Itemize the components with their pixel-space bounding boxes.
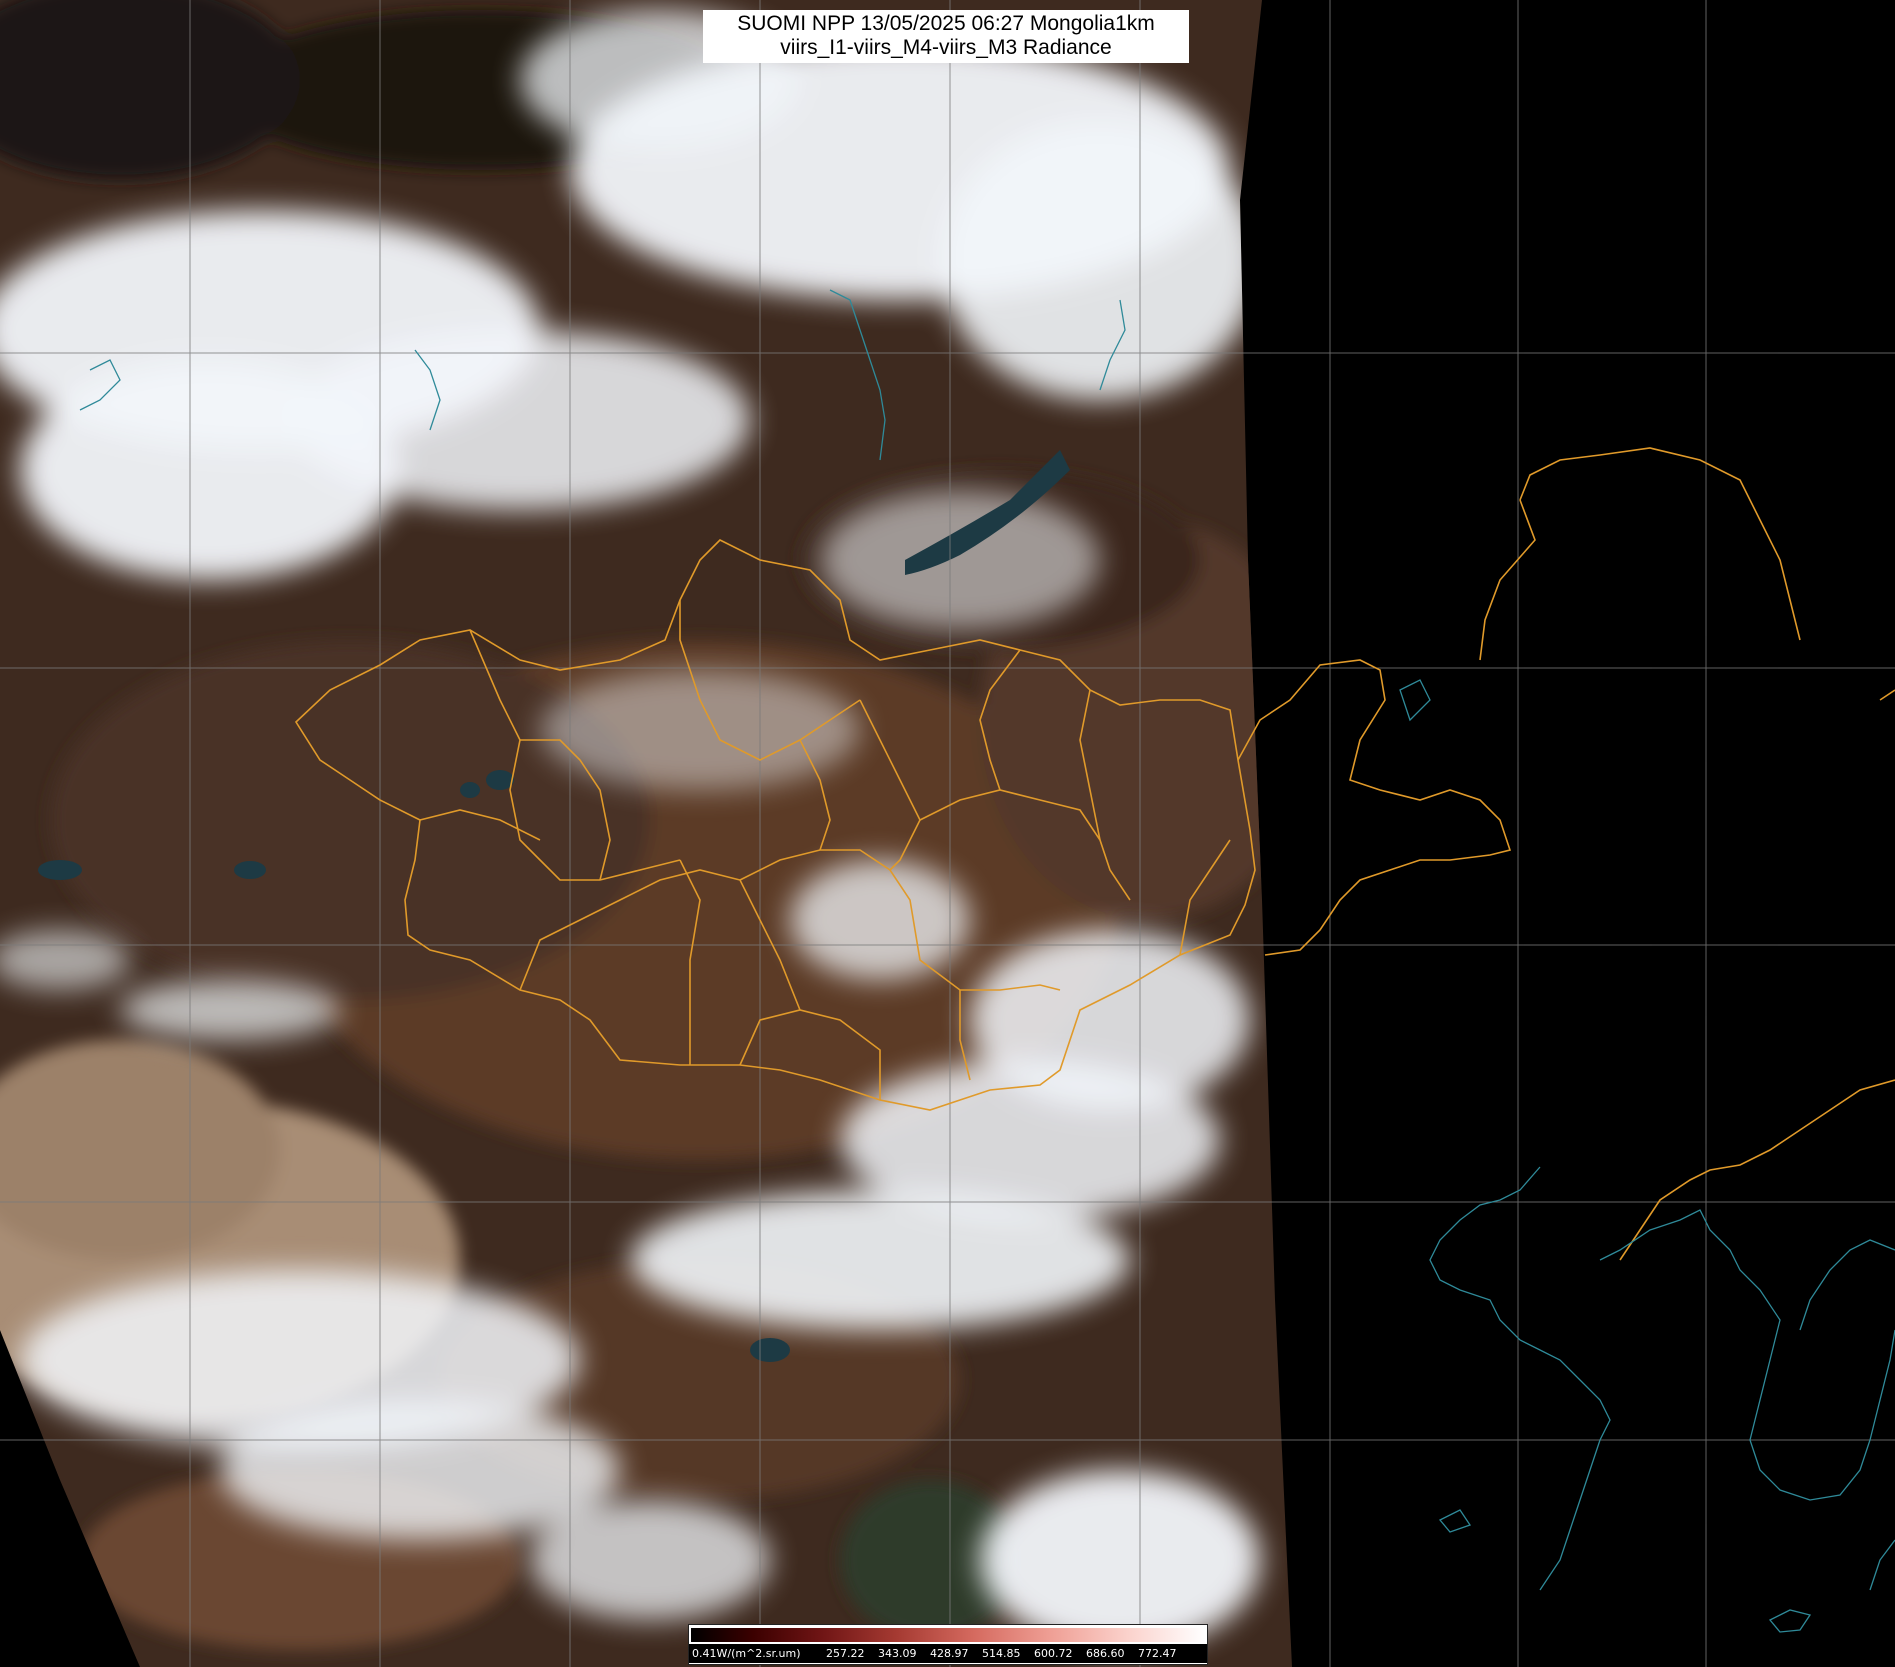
colorbar-tick-label: 514.85 — [982, 1647, 1021, 1660]
colorbar-tick-label: 428.97 — [930, 1647, 969, 1660]
map-title: SUOMI NPP 13/05/2025 06:27 Mongolia1km v… — [703, 10, 1189, 63]
colorbar-unit-label: 0.41W/(m^2.sr.um) — [692, 1647, 801, 1660]
satellite-swath — [0, 0, 1292, 1667]
colorbar-tick-label: 343.09 — [878, 1647, 917, 1660]
colorbar-tick-label: 257.22 — [826, 1647, 865, 1660]
colorbar-tick-label: 772.47 — [1138, 1647, 1177, 1660]
satellite-map — [0, 0, 1895, 1667]
colorbar-tick-label: 686.60 — [1086, 1647, 1125, 1660]
colorbar-labels: 0.41W/(m^2.sr.um) 257.22 343.09 428.97 5… — [689, 1644, 1207, 1663]
colorbar-tick-label: 600.72 — [1034, 1647, 1073, 1660]
colorbar-legend: 0.41W/(m^2.sr.um) 257.22 343.09 428.97 5… — [688, 1624, 1208, 1665]
colorbar-ramp — [691, 1628, 1205, 1642]
title-line-2: viirs_I1-viirs_M4-viirs_M3 Radiance — [780, 36, 1112, 59]
title-line-1: SUOMI NPP 13/05/2025 06:27 Mongolia1km — [737, 12, 1155, 35]
